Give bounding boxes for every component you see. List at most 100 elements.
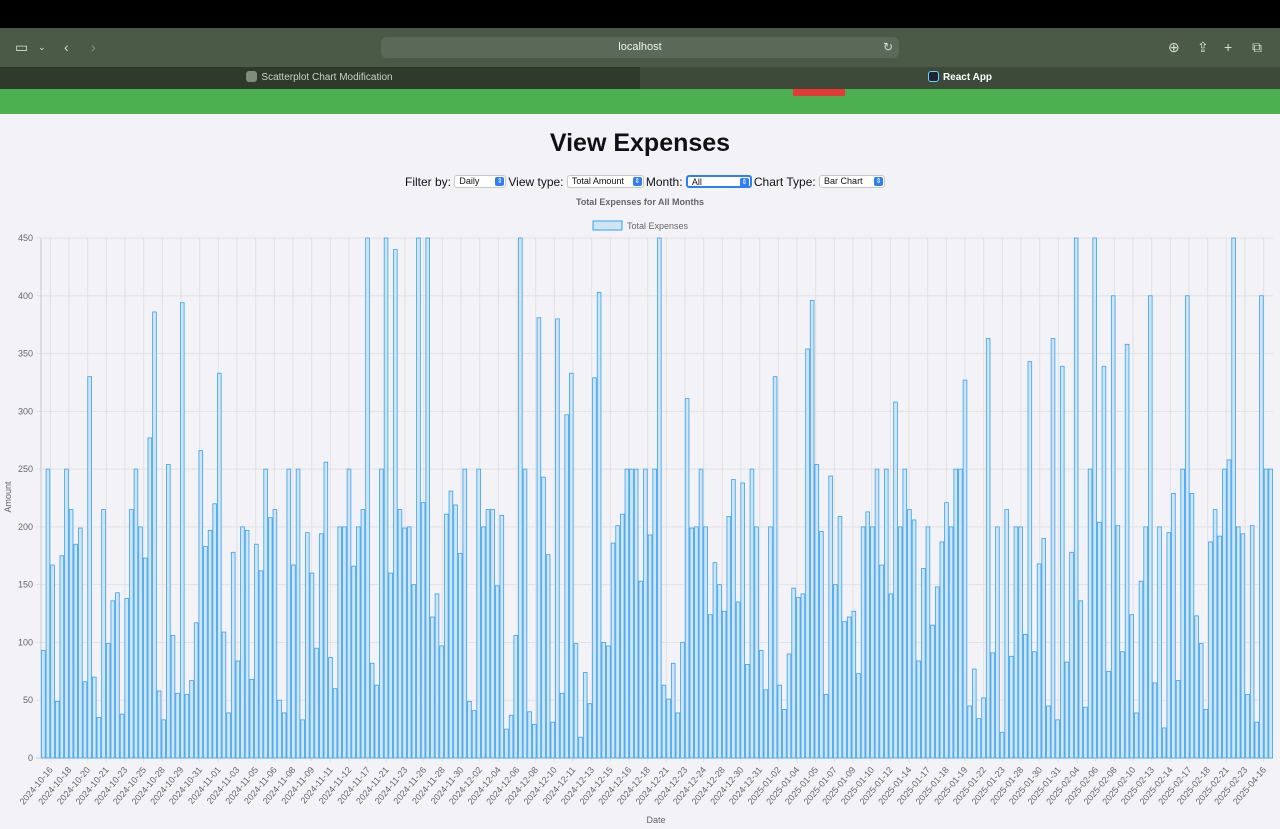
- bar[interactable]: [453, 504, 458, 759]
- bar[interactable]: [1092, 237, 1097, 759]
- bar[interactable]: [1148, 295, 1153, 759]
- bar[interactable]: [263, 468, 268, 759]
- bar[interactable]: [203, 546, 208, 759]
- bar[interactable]: [402, 527, 407, 759]
- bar[interactable]: [800, 593, 806, 759]
- bar[interactable]: [1138, 580, 1144, 759]
- forward-icon[interactable]: ›: [91, 39, 96, 55]
- bar[interactable]: [851, 610, 857, 759]
- bar[interactable]: [244, 529, 250, 759]
- bar[interactable]: [189, 680, 194, 759]
- bar[interactable]: [323, 461, 329, 759]
- bar[interactable]: [1134, 712, 1139, 759]
- bar[interactable]: [828, 475, 833, 759]
- bar[interactable]: [796, 596, 801, 759]
- bar[interactable]: [1027, 361, 1033, 759]
- bar[interactable]: [416, 237, 421, 759]
- bar[interactable]: [925, 526, 931, 759]
- bar[interactable]: [513, 635, 518, 759]
- bar[interactable]: [559, 692, 565, 759]
- tab-overview-icon[interactable]: ⧉: [1252, 39, 1262, 55]
- bar[interactable]: [156, 690, 162, 759]
- bar[interactable]: [490, 509, 495, 759]
- bar[interactable]: [527, 711, 532, 759]
- bar[interactable]: [119, 713, 125, 759]
- bar[interactable]: [73, 543, 78, 759]
- bar[interactable]: [1110, 295, 1116, 759]
- bar[interactable]: [532, 724, 537, 759]
- bar[interactable]: [249, 679, 254, 759]
- bar[interactable]: [726, 516, 732, 759]
- bar[interactable]: [1249, 525, 1255, 759]
- chevron-down-icon[interactable]: ⌄: [38, 39, 46, 55]
- bar[interactable]: [712, 562, 718, 759]
- bar[interactable]: [1194, 615, 1199, 759]
- bar[interactable]: [374, 684, 380, 759]
- bar[interactable]: [1217, 535, 1222, 759]
- bar[interactable]: [874, 468, 880, 759]
- bar[interactable]: [471, 710, 477, 759]
- bar[interactable]: [152, 311, 157, 759]
- bar[interactable]: [448, 490, 454, 759]
- bar[interactable]: [1041, 538, 1046, 759]
- bar[interactable]: [476, 468, 481, 759]
- bar[interactable]: [1166, 532, 1172, 759]
- bar[interactable]: [865, 511, 870, 759]
- bar[interactable]: [166, 464, 171, 759]
- bar[interactable]: [147, 437, 153, 759]
- bar[interactable]: [1189, 492, 1195, 759]
- bar[interactable]: [657, 237, 662, 759]
- bar[interactable]: [985, 338, 991, 759]
- bar[interactable]: [555, 318, 560, 759]
- bar[interactable]: [254, 543, 259, 759]
- bar[interactable]: [281, 712, 287, 759]
- bar[interactable]: [1231, 237, 1236, 759]
- bar[interactable]: [1115, 525, 1121, 759]
- bar[interactable]: [768, 526, 773, 759]
- bar[interactable]: [823, 694, 829, 759]
- bar[interactable]: [1087, 468, 1093, 759]
- bar[interactable]: [184, 694, 190, 759]
- bar[interactable]: [777, 684, 782, 759]
- bar[interactable]: [198, 450, 204, 759]
- bar[interactable]: [494, 585, 500, 759]
- bar[interactable]: [772, 376, 778, 759]
- bar[interactable]: [45, 468, 51, 759]
- bar[interactable]: [444, 513, 449, 759]
- bar[interactable]: [295, 468, 301, 759]
- bar[interactable]: [819, 531, 824, 759]
- bar[interactable]: [161, 719, 166, 759]
- bar[interactable]: [1263, 468, 1269, 759]
- bar[interactable]: [731, 479, 736, 759]
- bar[interactable]: [59, 555, 65, 759]
- bar[interactable]: [805, 348, 810, 759]
- bar[interactable]: [1129, 614, 1134, 759]
- bar[interactable]: [601, 642, 606, 759]
- bar[interactable]: [550, 721, 556, 759]
- bar[interactable]: [388, 572, 393, 759]
- bar[interactable]: [337, 526, 342, 759]
- bar[interactable]: [745, 663, 750, 759]
- month-select[interactable]: All ⇕: [685, 175, 752, 189]
- bar[interactable]: [633, 468, 639, 759]
- bar[interactable]: [217, 372, 222, 759]
- bar[interactable]: [175, 692, 180, 759]
- bar[interactable]: [999, 732, 1005, 759]
- bar[interactable]: [1101, 365, 1107, 759]
- bar[interactable]: [879, 564, 884, 759]
- bar[interactable]: [689, 527, 694, 759]
- bar[interactable]: [522, 468, 528, 759]
- bar[interactable]: [846, 616, 852, 759]
- bar[interactable]: [305, 532, 310, 759]
- bar[interactable]: [916, 660, 921, 759]
- bar[interactable]: [1268, 468, 1273, 759]
- bar[interactable]: [721, 610, 727, 759]
- bar[interactable]: [356, 526, 361, 759]
- bar[interactable]: [569, 372, 574, 759]
- bar[interactable]: [758, 650, 764, 759]
- bar[interactable]: [624, 468, 630, 759]
- bar[interactable]: [740, 482, 745, 759]
- bar[interactable]: [87, 376, 92, 759]
- bar[interactable]: [592, 377, 597, 759]
- view-type-select[interactable]: Total Amount ⇕: [566, 175, 644, 189]
